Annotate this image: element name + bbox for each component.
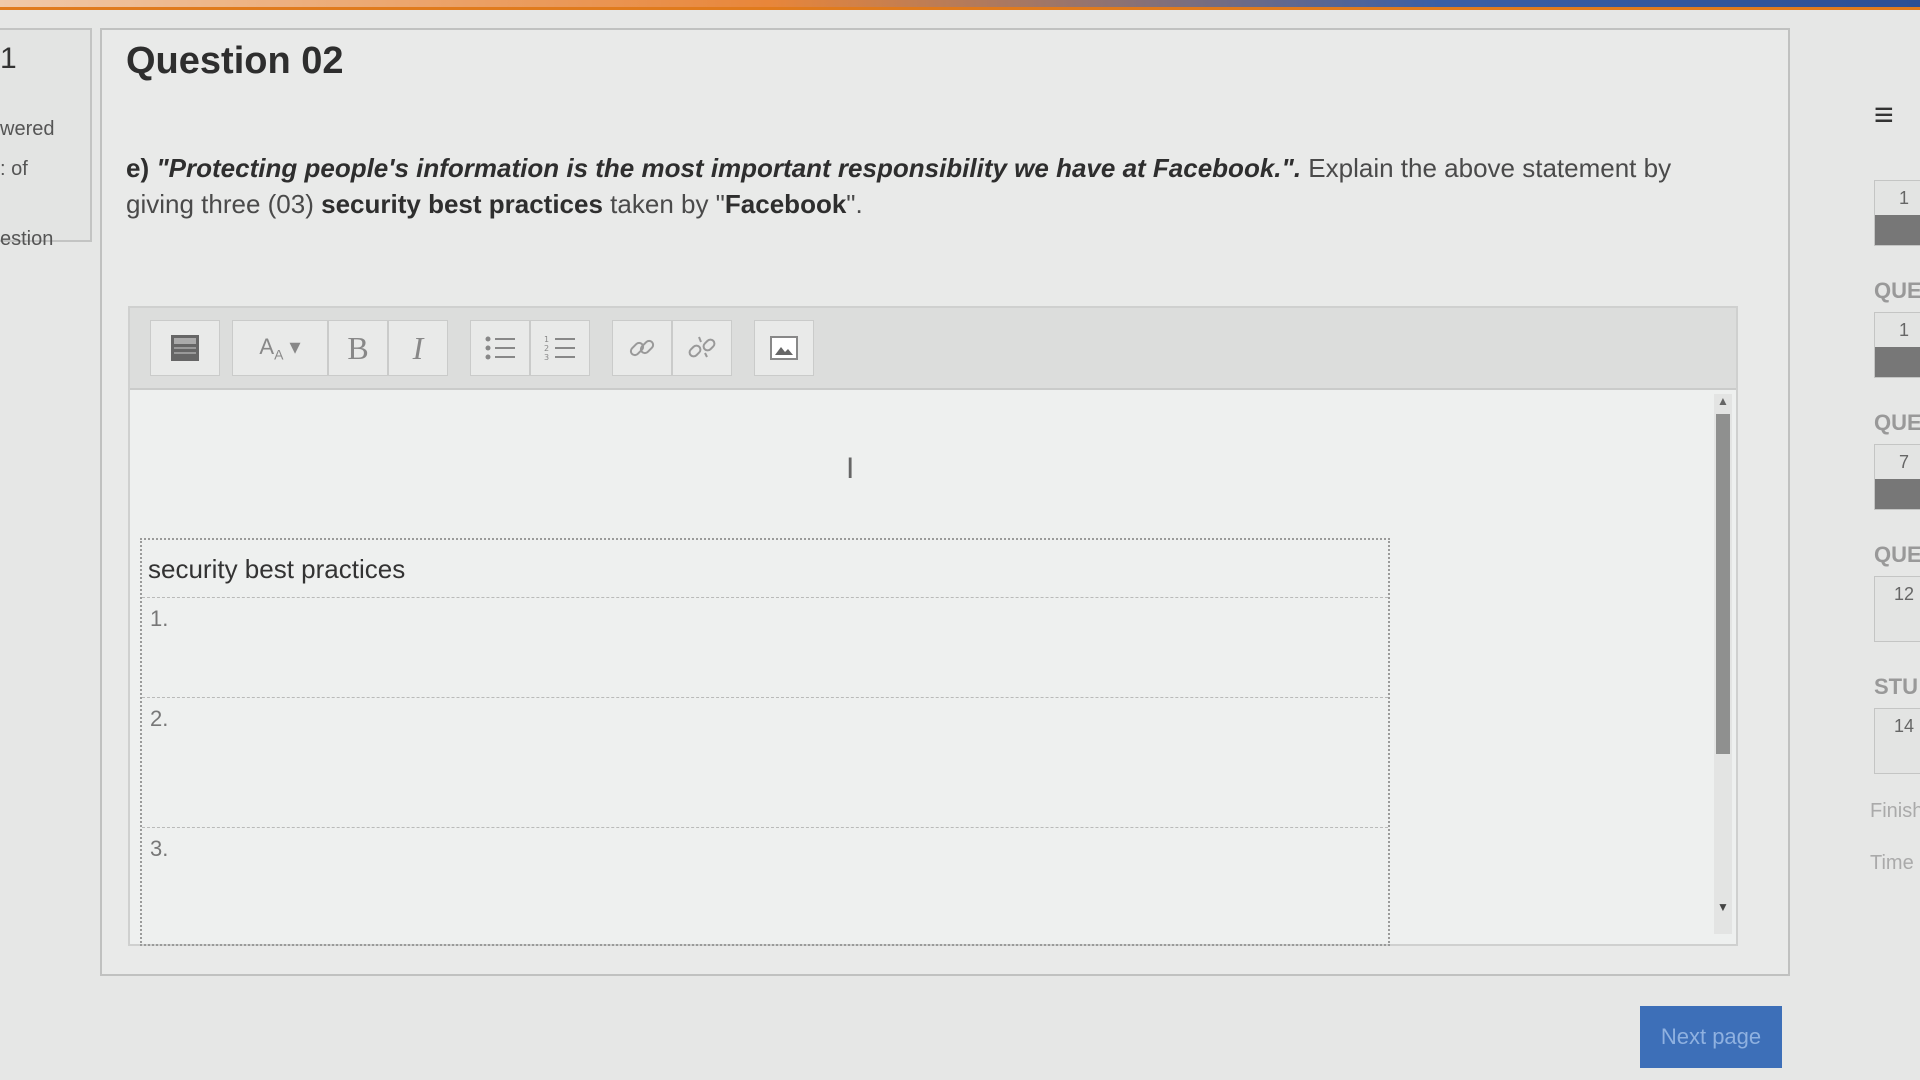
- question-quote: "Protecting people's information is the …: [156, 153, 1302, 183]
- nav-label-4: STU: [1874, 674, 1918, 699]
- question-end: ".: [846, 189, 863, 219]
- editor-content-area[interactable]: I security best practices 1. 2. 3. ▲ ▼: [130, 390, 1736, 946]
- top-header-bar: [0, 0, 1920, 10]
- nav-tile-number: 12: [1893, 584, 1915, 604]
- svg-text:3: 3: [544, 353, 549, 362]
- answer-row-1[interactable]: 1.: [142, 598, 1388, 698]
- svg-text:1: 1: [544, 335, 549, 344]
- scroll-down-icon[interactable]: ▼: [1717, 900, 1729, 914]
- finish-attempt-link[interactable]: Finish: [1870, 800, 1920, 823]
- unlink-button[interactable]: [672, 320, 732, 376]
- scrollbar-thumb[interactable]: [1716, 414, 1730, 754]
- answer-table-header: security best practices: [142, 540, 1388, 598]
- answer-status-text: wered: [0, 118, 55, 140]
- question-title: Question 02: [126, 40, 344, 82]
- editor-toolbar: AA ▾ B I 123: [130, 308, 1736, 390]
- question-text: e) "Protecting people's information is t…: [126, 150, 1746, 222]
- question-highlight: security best practices: [321, 189, 603, 219]
- font-size-button[interactable]: AA ▾: [232, 320, 328, 376]
- editor-scrollbar[interactable]: ▲ ▼: [1714, 394, 1732, 934]
- image-button[interactable]: [754, 320, 814, 376]
- nav-tile-answered-fill: [1875, 215, 1920, 245]
- bold-icon: B: [347, 329, 369, 366]
- nav-tile-answered-fill: [1875, 479, 1920, 509]
- italic-icon: I: [412, 329, 424, 366]
- nav-label-2: QUE: [1874, 410, 1920, 435]
- bullet-list-icon: [485, 336, 515, 360]
- menu-icon[interactable]: ≡: [1874, 96, 1894, 135]
- font-size-icon: AA ▾: [259, 333, 301, 363]
- question-card: Question 02 e) "Protecting people's info…: [100, 28, 1790, 976]
- nav-label-1: QUE: [1874, 278, 1920, 303]
- toggle-toolbar-button[interactable]: [150, 320, 220, 376]
- question-instruction-2: taken by ": [610, 189, 725, 219]
- quiz-navigation: ≡ 1 QUE 1 QUE 7 QUE 12 STU 14 Finish Tim…: [1860, 0, 1920, 1080]
- question-company: Facebook: [724, 189, 847, 219]
- bullet-list-button[interactable]: [470, 320, 530, 376]
- question-info-panel: 1 wered : of estion: [0, 28, 92, 250]
- image-icon: [770, 336, 798, 360]
- time-left-label: Time: [1870, 852, 1914, 874]
- nav-tile-7[interactable]: 7: [1874, 444, 1920, 510]
- nav-tile-empty-fill: [1875, 743, 1920, 773]
- link-icon: [629, 339, 655, 357]
- link-button[interactable]: [612, 320, 672, 376]
- answer-row-2[interactable]: 2.: [142, 698, 1388, 828]
- question-number: 1: [0, 42, 17, 75]
- nav-tile-1[interactable]: 1: [1874, 312, 1920, 378]
- flag-question-link[interactable]: estion: [0, 228, 53, 251]
- nav-tile-12[interactable]: 12: [1874, 576, 1920, 642]
- nav-tile-first[interactable]: 1: [1874, 180, 1920, 246]
- numbered-list-icon: 123: [544, 335, 575, 362]
- unlink-icon: [688, 336, 716, 358]
- bold-button[interactable]: B: [328, 320, 388, 376]
- answer-editor: AA ▾ B I 123 I security best practices 1…: [128, 306, 1738, 946]
- nav-tile-answered-fill: [1875, 347, 1920, 377]
- nav-label-3: QUE: [1874, 542, 1920, 567]
- nav-tile-empty-fill: [1875, 611, 1920, 641]
- answer-row-3[interactable]: 3.: [142, 828, 1388, 944]
- nav-tile-first-number: 1: [1898, 188, 1909, 208]
- nav-tile-number: 7: [1898, 452, 1909, 472]
- next-page-button[interactable]: Next page: [1640, 1006, 1782, 1068]
- scroll-up-icon[interactable]: ▲: [1717, 394, 1729, 408]
- text-cursor-icon: I: [846, 452, 855, 485]
- nav-tile-number: 1: [1898, 320, 1909, 340]
- numbered-list-button[interactable]: 123: [530, 320, 590, 376]
- nav-tile-number: 14: [1893, 716, 1915, 736]
- answer-table[interactable]: security best practices 1. 2. 3.: [140, 538, 1390, 946]
- svg-text:2: 2: [544, 344, 549, 353]
- nav-tile-14[interactable]: 14: [1874, 708, 1920, 774]
- header-accent-line: [0, 7, 1920, 10]
- marks-text: : of: [0, 158, 28, 180]
- question-prefix: e): [126, 153, 150, 183]
- italic-button[interactable]: I: [388, 320, 448, 376]
- toggle-toolbar-icon: [171, 335, 199, 361]
